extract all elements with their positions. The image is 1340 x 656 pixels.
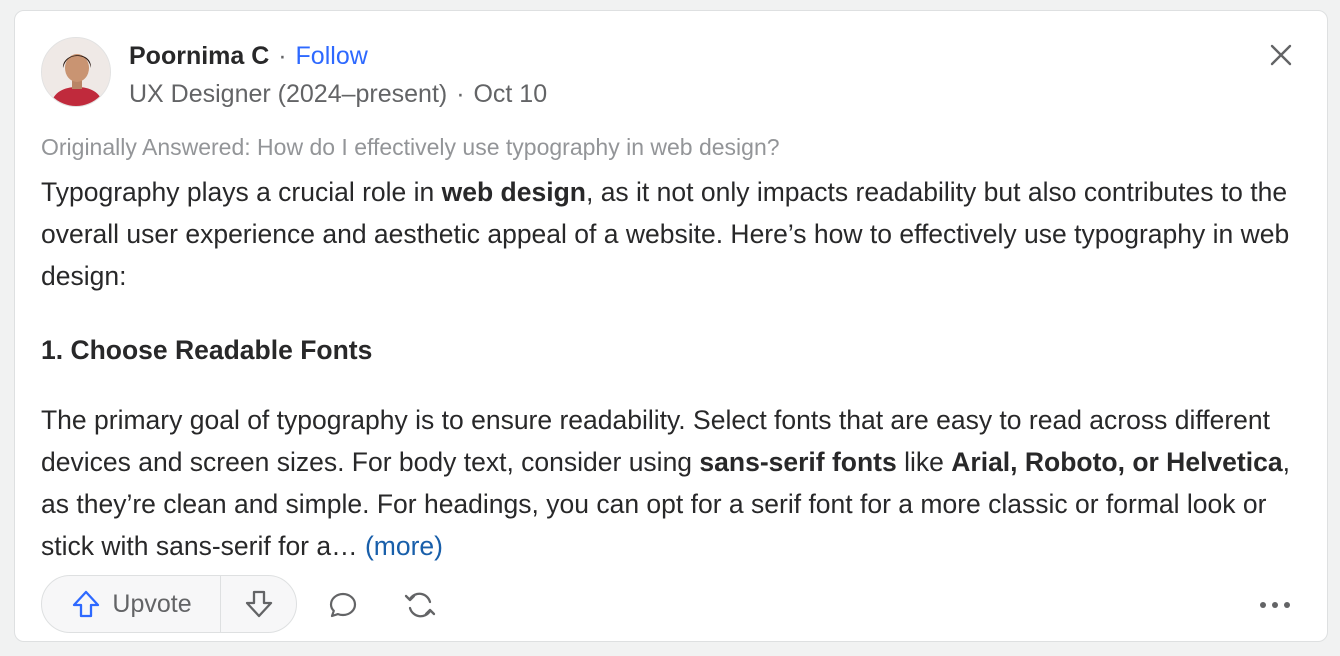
separator-dot: ·: [278, 42, 287, 70]
downvote-arrow-icon: [245, 590, 272, 618]
separator-dot: ·: [456, 80, 465, 108]
vote-pill: Upvote: [41, 575, 297, 633]
comment-button[interactable]: [325, 587, 361, 623]
upvote-button[interactable]: Upvote: [42, 576, 221, 632]
answer-paragraph-2: The primary goal of typography is to ens…: [41, 405, 1290, 561]
avatar[interactable]: [41, 37, 111, 107]
overflow-button[interactable]: [1257, 587, 1293, 623]
answer-date[interactable]: Oct 10: [473, 80, 547, 108]
share-icon: [404, 592, 436, 618]
overflow-icon: [1260, 602, 1290, 608]
originally-answered-question[interactable]: Originally Answered: How do I effectivel…: [41, 131, 780, 163]
share-button[interactable]: [402, 587, 438, 623]
more-link[interactable]: (more): [365, 531, 443, 561]
author-credential[interactable]: UX Designer (2024–present): [129, 80, 447, 108]
upvote-arrow-icon: [73, 590, 100, 618]
comment-icon: [329, 592, 357, 618]
answer-card: Poornima C · Follow UX Designer (2024–pr…: [14, 10, 1328, 642]
downvote-button[interactable]: [221, 576, 296, 632]
upvote-label: Upvote: [112, 589, 192, 618]
author-name[interactable]: Poornima C: [129, 42, 269, 70]
close-icon: [1270, 44, 1292, 66]
follow-button[interactable]: Follow: [296, 42, 368, 70]
answer-heading: 1. Choose Readable Fonts: [41, 335, 373, 365]
author-line: Poornima C · Follow: [129, 39, 368, 73]
answer-paragraph-1: Typography plays a crucial role in web d…: [41, 177, 1290, 291]
credential-line: UX Designer (2024–present) · Oct 10: [129, 77, 547, 111]
close-button[interactable]: [1263, 37, 1299, 73]
